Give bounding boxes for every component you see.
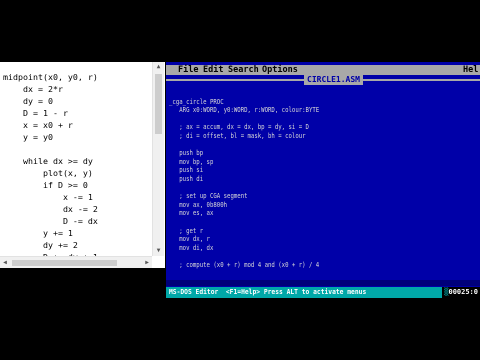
code-line: D -= dx — [3, 216, 98, 226]
code-line: ; ax = accum, dx = dx, bp = dy, si = D — [169, 123, 309, 132]
code-line: mov di, dx — [169, 243, 214, 252]
window-title: CIRCLE1.ASM — [304, 75, 363, 85]
code-line: y += 1 — [3, 228, 73, 238]
status-text: MS-DOS Editor <F1=Help> Press ALT to act… — [169, 288, 367, 296]
code-line: ARG x0:WORD, y0:WORD, r:WORD, colour:BYT… — [169, 106, 320, 115]
code-line: if D >= 0 — [3, 180, 88, 190]
code-line: ; compute (x0 + r) mod 4 and (x0 + r) / … — [169, 260, 320, 269]
menu-edit[interactable]: Edit — [203, 65, 223, 75]
scroll-up-icon[interactable]: ▲ — [153, 62, 164, 72]
code-line: ; set up CGA segment — [169, 192, 248, 201]
code-line: x -= 1 — [3, 192, 93, 202]
code-line: plot(x, y) — [3, 168, 93, 178]
horizontal-scrollbar[interactable]: ◀ ▶ — [0, 256, 152, 268]
assembly-code-text[interactable]: _cga_circle PROC ARG x0:WORD, y0:WORD, r… — [169, 89, 319, 269]
cursor-position-value: 00025:0 — [448, 288, 478, 296]
horizontal-scroll-thumb[interactable] — [12, 260, 117, 266]
code-line: mov bp, sp — [169, 157, 214, 166]
menu-file[interactable]: File — [178, 65, 198, 75]
code-line: y = y0 — [3, 132, 53, 142]
code-line: ; get r — [169, 226, 204, 235]
code-line: push bp — [169, 149, 204, 158]
code-line: mov dx, r — [169, 235, 210, 244]
vertical-scroll-thumb[interactable] — [155, 74, 162, 134]
code-line: while dx >= dy — [3, 156, 93, 166]
msdos-editor-window: File Edit Search Options Hel CIRCLE1.ASM… — [166, 62, 480, 298]
vertical-scrollbar[interactable]: ▲ ▼ — [152, 62, 164, 256]
code-line: D = 1 - r — [3, 108, 68, 118]
code-line: push si — [169, 166, 204, 175]
code-line: dy += 2 — [3, 240, 78, 250]
code-line: x = x0 + r — [3, 120, 73, 130]
cursor-position: ▒00025:0 — [442, 287, 480, 298]
scroll-left-icon[interactable]: ◀ — [0, 257, 10, 268]
code-line: mov ax, 0b800h — [169, 200, 228, 209]
code-line: dy = 0 — [3, 96, 53, 106]
title-bar: CIRCLE1.ASM — [166, 75, 480, 85]
menu-search[interactable]: Search — [228, 65, 259, 75]
menu-bar: File Edit Search Options Hel — [166, 65, 480, 75]
code-line: dx -= 2 — [3, 204, 98, 214]
status-bar: MS-DOS Editor <F1=Help> Press ALT to act… — [166, 287, 480, 298]
horizontal-scrollbar-dos[interactable] — [166, 280, 480, 286]
menu-help[interactable]: Hel — [463, 65, 478, 75]
pseudocode-editor[interactable]: midpoint(x0, y0, r) dx = 2*r dy = 0 D = … — [0, 62, 165, 268]
scroll-down-icon[interactable]: ▼ — [153, 246, 164, 256]
code-line: dx = 2*r — [3, 84, 63, 94]
code-line: _cga_circle PROC — [169, 97, 224, 106]
code-line: ; di = offset, bl = mask, bh = colour — [169, 131, 306, 140]
pseudocode-text[interactable]: midpoint(x0, y0, r) dx = 2*r dy = 0 D = … — [3, 71, 98, 263]
scroll-right-icon[interactable]: ▶ — [142, 257, 152, 268]
code-line: mov es, ax — [169, 209, 214, 218]
menu-options[interactable]: Options — [262, 65, 298, 75]
code-line: midpoint(x0, y0, r) — [3, 72, 98, 82]
code-line: push di — [169, 174, 204, 183]
